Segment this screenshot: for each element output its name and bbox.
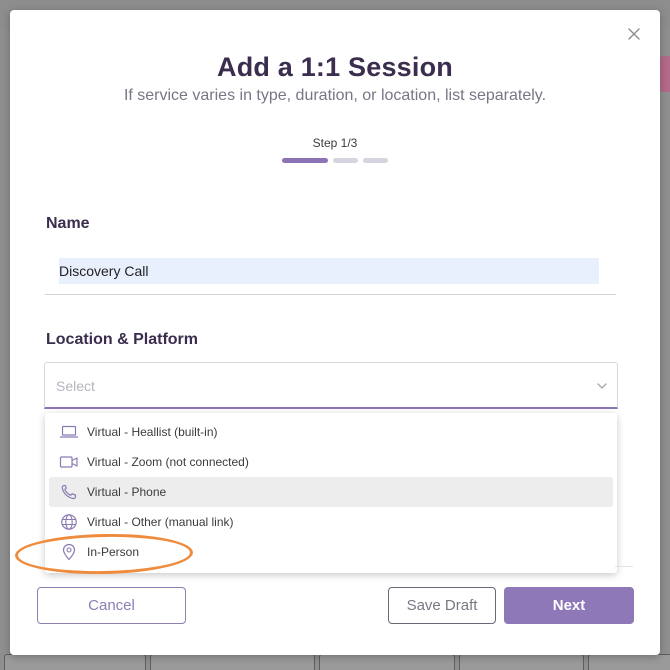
location-select-placeholder: Select	[56, 378, 95, 394]
step-indicator-label: Step 1/3	[312, 136, 358, 150]
phone-icon	[59, 483, 79, 501]
name-input[interactable]	[59, 258, 599, 284]
background-tab	[4, 654, 146, 670]
option-in-person[interactable]: In-Person	[49, 537, 613, 567]
close-icon[interactable]	[626, 26, 642, 42]
location-platform-label: Location & Platform	[46, 331, 199, 348]
save-draft-button[interactable]: Save Draft	[388, 587, 496, 624]
step-bar-1	[282, 158, 328, 163]
map-pin-icon	[59, 543, 79, 561]
modal-subtitle: If service varies in type, duration, or …	[123, 87, 547, 104]
option-virtual-other[interactable]: Virtual - Other (manual link)	[49, 507, 613, 537]
modal-title: Add a 1:1 Session	[217, 52, 453, 82]
option-label: Virtual - Heallist (built-in)	[87, 425, 218, 439]
option-label: Virtual - Phone	[87, 485, 167, 499]
laptop-icon	[59, 423, 79, 441]
cancel-button[interactable]: Cancel	[37, 587, 186, 624]
location-options-dropdown: Virtual - Heallist (built-in) Virtual - …	[45, 413, 617, 573]
add-session-modal: Add a 1:1 Session If service varies in t…	[10, 10, 660, 655]
chevron-down-icon	[595, 379, 609, 393]
next-button[interactable]: Next	[504, 587, 634, 624]
option-virtual-zoom[interactable]: Virtual - Zoom (not connected)	[49, 447, 613, 477]
option-label: Virtual - Other (manual link)	[87, 515, 234, 529]
globe-icon	[59, 513, 79, 531]
name-label: Name	[46, 215, 90, 232]
background-tab	[588, 654, 670, 670]
step-bar-3	[363, 158, 388, 163]
option-virtual-phone[interactable]: Virtual - Phone	[49, 477, 613, 507]
background-tab	[150, 654, 315, 670]
name-field-container	[45, 255, 616, 295]
video-camera-icon	[59, 453, 79, 471]
option-virtual-heallist[interactable]: Virtual - Heallist (built-in)	[49, 417, 613, 447]
divider	[615, 566, 633, 567]
option-label: In-Person	[87, 545, 140, 559]
step-bar-2	[333, 158, 358, 163]
option-label: Virtual - Zoom (not connected)	[87, 455, 249, 469]
location-select[interactable]: Select	[44, 362, 618, 409]
background-tab	[319, 654, 455, 670]
background-tab	[459, 654, 584, 670]
